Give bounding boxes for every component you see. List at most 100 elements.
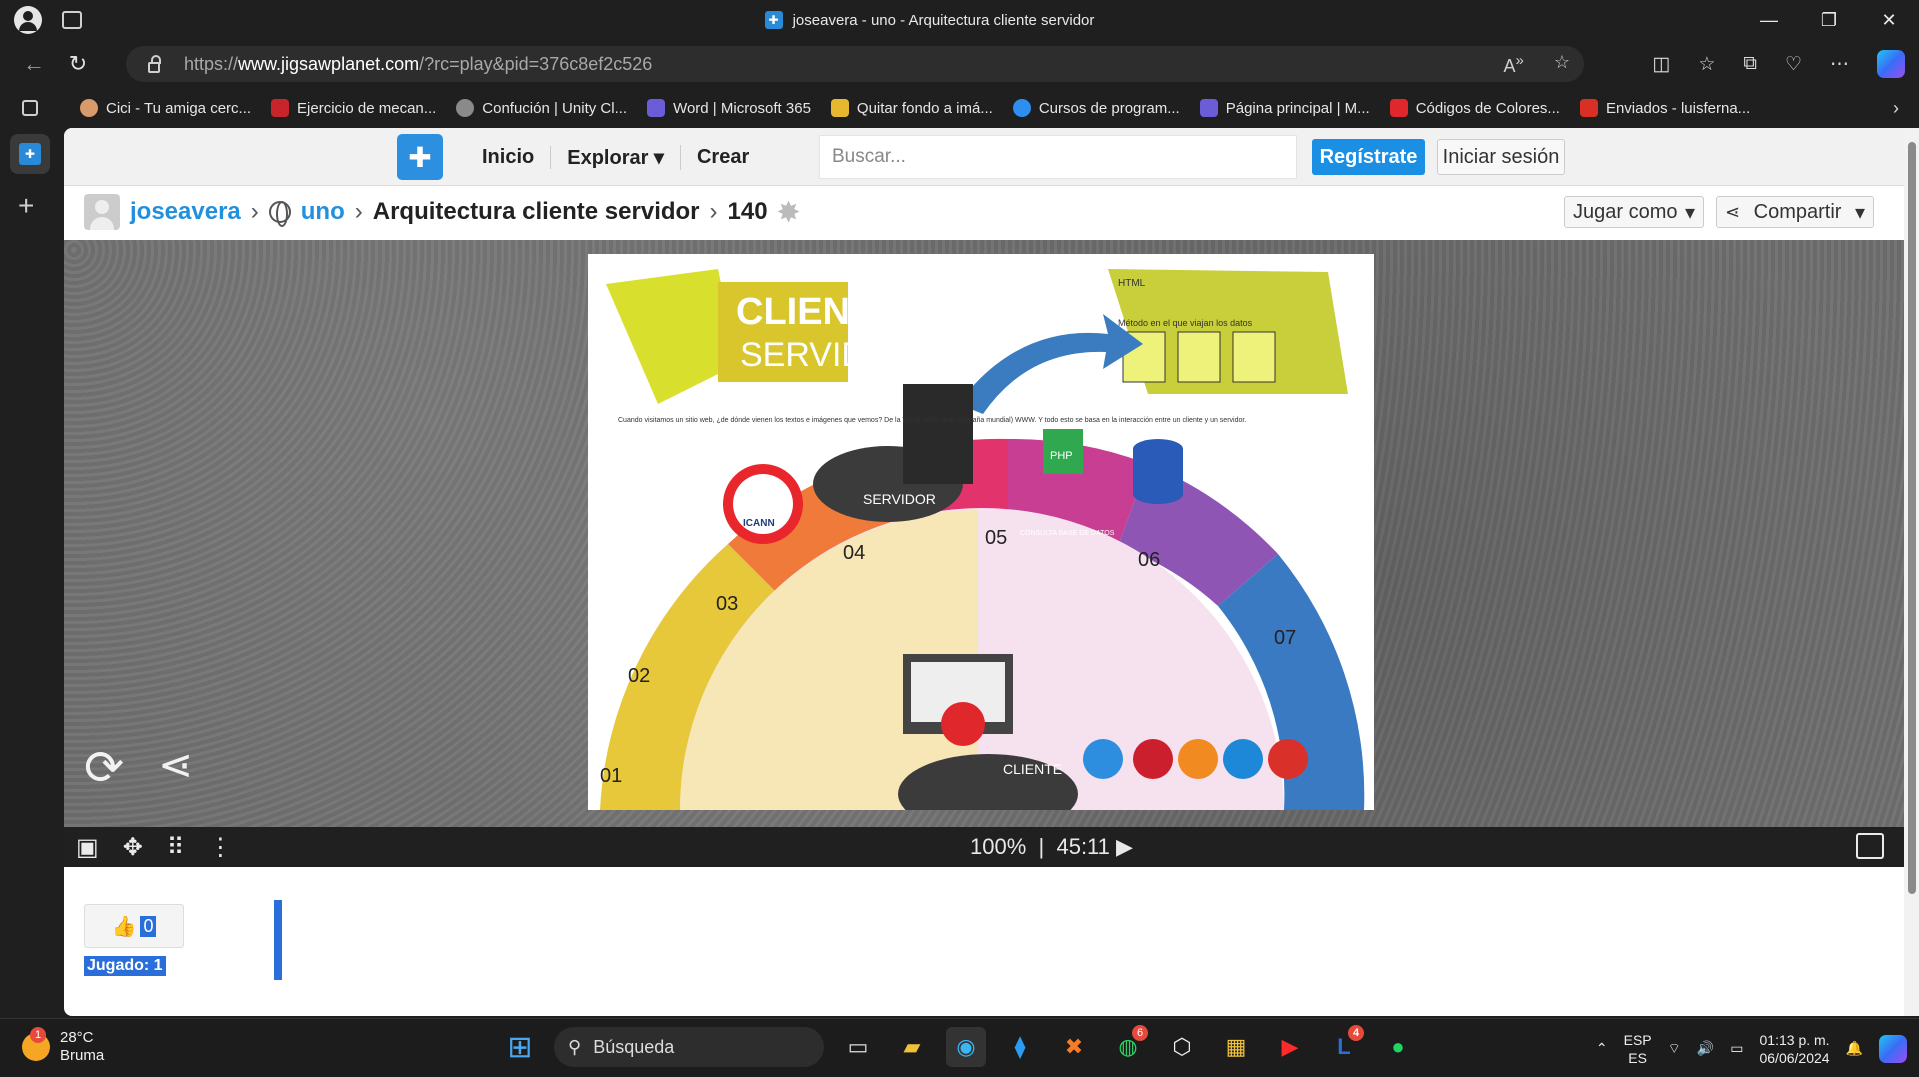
edge-icon[interactable]: ◉ — [946, 1027, 986, 1067]
bookmark-favicon-icon — [1389, 99, 1408, 117]
wifi-icon[interactable]: ⌔ — [1668, 1040, 1681, 1058]
chevron-right-icon: › — [709, 198, 718, 225]
piece-shape-icon[interactable]: ✥ — [123, 833, 143, 862]
infographic-title-2: SERVIDOR — [740, 336, 917, 374]
svg-text:04: 04 — [843, 542, 865, 564]
more-menu-icon[interactable]: ⋯ — [1830, 53, 1849, 76]
whatsapp-icon[interactable]: ◍ 6 — [1108, 1025, 1148, 1067]
bookmark-item[interactable]: Cursos de program... — [1012, 99, 1180, 117]
bookmark-item[interactable]: Ejercicio de mecan... — [271, 99, 436, 117]
input-language[interactable]: ESP ES — [1624, 1031, 1652, 1067]
unity-icon[interactable]: ⬡ — [1162, 1027, 1202, 1067]
bookmark-favicon-icon — [1579, 99, 1598, 117]
nav-explore[interactable]: Explorar ▾ — [551, 144, 681, 170]
jigsawplanet-logo-icon[interactable]: ✚ — [397, 134, 443, 180]
notification-bell-icon[interactable]: 🔔 — [1846, 1040, 1863, 1057]
bookmark-item[interactable]: Word | Microsoft 365 — [647, 99, 811, 117]
address-bar[interactable]: https://www.jigsawplanet.com/?rc=play&pi… — [126, 46, 1584, 82]
minimize-button[interactable]: — — [1739, 10, 1799, 31]
puzzle-board[interactable]: CLIENTE SERVIDOR HTML Método en el que v… — [64, 240, 1904, 827]
bookmark-item[interactable]: Códigos de Colores... — [1389, 99, 1560, 117]
arrange-pieces-icon[interactable]: ⠿ — [167, 833, 185, 862]
active-tab[interactable]: ✚ — [10, 134, 50, 174]
svg-text:07: 07 — [1274, 627, 1296, 649]
play-as-dropdown[interactable]: Jugar como ▾ — [1564, 196, 1704, 228]
play-icon[interactable]: ▶ — [1116, 834, 1133, 859]
split-screen-icon[interactable]: ◫ — [1652, 53, 1670, 76]
show-hidden-icons-chevron-icon[interactable]: ⌃ — [1596, 1040, 1608, 1057]
login-button[interactable]: Iniciar sesión — [1437, 139, 1565, 175]
read-aloud-icon[interactable]: A» — [1504, 52, 1524, 77]
search-input[interactable]: Buscar... — [819, 135, 1297, 179]
reload-puzzle-icon[interactable]: ⟳ — [84, 740, 124, 796]
windows-start-icon[interactable]: ⊞ — [500, 1027, 540, 1067]
jigsaw-favicon-icon: ✚ — [764, 11, 783, 29]
share-dropdown[interactable]: ⋖ Compartir ▾ — [1716, 196, 1874, 228]
bookmarks-bar: Cici - Tu amiga cerc... Ejercicio de mec… — [0, 88, 1919, 128]
bookmark-favicon-icon — [456, 99, 475, 117]
svg-text:HTML: HTML — [1118, 278, 1146, 289]
microsoft-store-icon[interactable]: ▦ — [1216, 1027, 1256, 1067]
spotify-icon[interactable]: ● — [1378, 1027, 1418, 1067]
bookmark-item[interactable]: Cici - Tu amiga cerc... — [80, 99, 251, 117]
bookmark-item[interactable]: Quitar fondo a imá... — [830, 99, 993, 117]
selection-highlight — [274, 900, 282, 980]
volume-icon[interactable]: 🔊 — [1697, 1040, 1714, 1057]
page-scrollbar[interactable] — [1904, 128, 1919, 1016]
refresh-icon[interactable]: ↻ — [56, 51, 100, 77]
share-puzzle-icon[interactable]: ⋖ — [158, 740, 193, 789]
taskbar-search[interactable]: ⚲ Búsqueda — [554, 1027, 824, 1067]
user-avatar[interactable] — [84, 194, 120, 230]
vertical-tabs-icon[interactable] — [22, 100, 38, 116]
l-app-icon[interactable]: L4 — [1324, 1025, 1364, 1067]
more-options-icon[interactable]: ⋮ — [208, 833, 232, 862]
bookmark-item[interactable]: Página principal | M... — [1199, 99, 1370, 117]
zoom-level[interactable]: 100% — [970, 834, 1026, 859]
vscode-icon[interactable]: ⧫ — [1000, 1027, 1040, 1067]
scrollbar-thumb[interactable] — [1908, 142, 1916, 894]
svg-text:Método en el que viajan los da: Método en el que viajan los datos — [1118, 318, 1253, 328]
copilot-icon[interactable] — [1877, 50, 1905, 78]
svg-text:ICANN: ICANN — [743, 518, 775, 529]
breadcrumb-album[interactable]: uno — [301, 198, 345, 226]
back-icon[interactable]: ← — [12, 51, 56, 77]
jigsaw-favicon-icon: ✚ — [19, 143, 41, 165]
lock-icon[interactable] — [148, 54, 161, 73]
puzzle-image[interactable]: CLIENTE SERVIDOR HTML Método en el que v… — [588, 254, 1374, 810]
restore-button[interactable]: ❐ — [1799, 10, 1859, 31]
register-button[interactable]: Regístrate — [1312, 139, 1425, 175]
like-button[interactable]: 👍 0 — [84, 904, 184, 948]
like-count: 0 — [140, 915, 157, 937]
puzzle-piece-icon: ✸ — [777, 196, 800, 227]
weather-widget[interactable]: 1 28°C Bruma — [22, 1027, 104, 1065]
bookmarks-overflow-chevron-icon[interactable]: › — [1893, 98, 1899, 119]
xampp-icon[interactable]: ✖ — [1054, 1027, 1094, 1067]
profile-icon[interactable] — [14, 6, 42, 34]
close-button[interactable]: ✕ — [1859, 10, 1919, 31]
bookmark-item[interactable]: Confución | Unity Cl... — [456, 99, 627, 117]
breadcrumb-user[interactable]: joseavera — [130, 198, 241, 226]
preview-image-icon[interactable]: ▣ — [76, 833, 99, 862]
nav-home[interactable]: Inicio — [466, 145, 552, 169]
new-tab-plus-icon[interactable]: + — [18, 190, 34, 222]
copilot-taskbar-icon[interactable] — [1879, 1034, 1907, 1063]
fullscreen-icon[interactable] — [1856, 833, 1884, 859]
youtube-icon[interactable]: ▶ — [1270, 1027, 1310, 1067]
clock[interactable]: 01:13 p. m. 06/06/2024 — [1759, 1031, 1829, 1067]
battery-icon[interactable]: ▭ — [1730, 1040, 1743, 1057]
bookmark-favicon-icon — [1012, 99, 1031, 117]
timer[interactable]: 45:11 — [1056, 834, 1109, 859]
page-viewport: ✚ Inicio Explorar ▾ Crear Buscar... Regí… — [64, 128, 1904, 1016]
favorites-icon[interactable]: ☆ — [1698, 53, 1715, 76]
favorite-star-icon[interactable]: ☆ — [1554, 52, 1570, 77]
url-text[interactable]: https://www.jigsawplanet.com/?rc=play&pi… — [184, 54, 652, 75]
nav-create[interactable]: Crear — [681, 146, 765, 169]
collections-icon[interactable]: ⧉ — [1743, 53, 1757, 75]
cliente-servidor-infographic: CLIENTE SERVIDOR HTML Método en el que v… — [588, 254, 1374, 810]
address-row: ← ↻ https://www.jigsawplanet.com/?rc=pla… — [0, 40, 1919, 88]
file-explorer-icon[interactable]: ▰ — [892, 1027, 932, 1067]
workspaces-icon[interactable] — [62, 11, 82, 29]
task-view-icon[interactable]: ▭ — [838, 1027, 878, 1067]
browser-essentials-icon[interactable]: ♡ — [1785, 53, 1802, 76]
bookmark-item[interactable]: Enviados - luisferna... — [1579, 99, 1750, 117]
